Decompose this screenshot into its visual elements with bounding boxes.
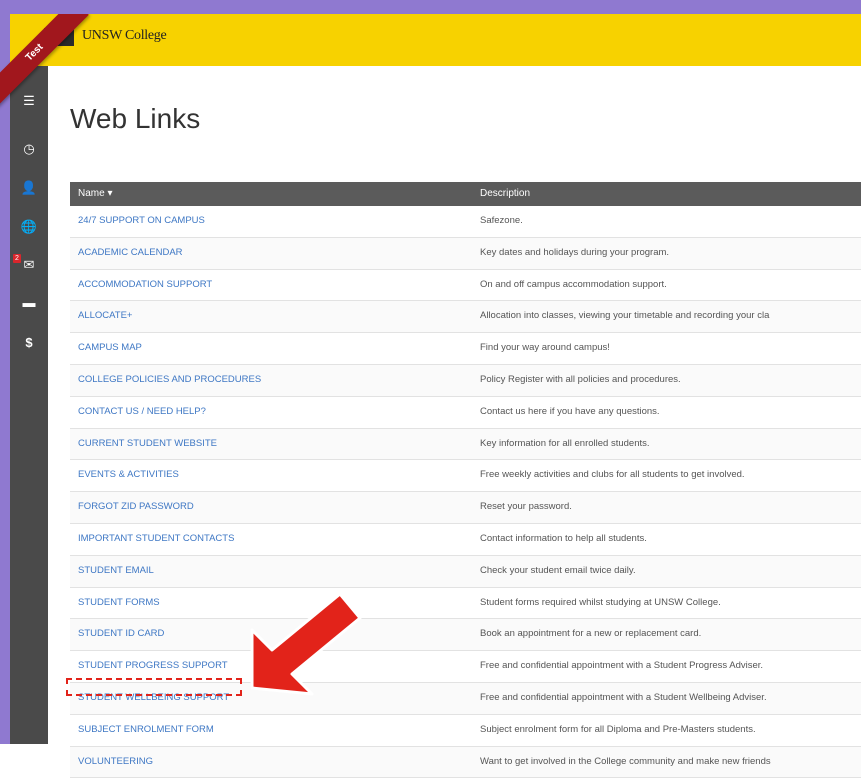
table-row: Accommodation Support On and off campus a… xyxy=(70,270,861,302)
user-icon[interactable]: 👤 xyxy=(10,173,48,203)
table-row: Academic Calendar Key dates and holidays … xyxy=(70,237,861,270)
link-name[interactable]: Student Progress Support xyxy=(78,651,228,680)
table-row: Current Student Website Key information f… xyxy=(70,428,861,461)
table-row: Events & Activities Free weekly activitie… xyxy=(70,460,861,493)
table-row: 24/7 Support on Campus Safezone. xyxy=(70,206,861,238)
link-description: Allocation into classes, viewing your ti… xyxy=(480,310,770,322)
link-description: Contact information to help all students… xyxy=(480,532,647,544)
table-row: College Policies and Procedures Policy Re… xyxy=(70,364,861,397)
ribbon-label: Test xyxy=(0,14,89,107)
link-name[interactable]: Volunteering xyxy=(78,747,153,776)
table-row: Student Forms Student forms required whil… xyxy=(70,588,861,620)
link-name[interactable]: Academic Calendar xyxy=(78,238,183,267)
column-header-name[interactable]: Name ▾ xyxy=(78,182,112,206)
link-description: Free and confidential appointment with a… xyxy=(480,691,767,703)
link-name[interactable]: College Policies and Procedures xyxy=(78,365,261,394)
dollar-icon[interactable]: $ xyxy=(10,328,48,358)
mail-badge: 2 xyxy=(13,254,21,263)
table-header: Name ▾ Description xyxy=(70,182,861,206)
link-name[interactable]: 24/7 Support on Campus xyxy=(78,206,205,235)
link-description: Want to get involved in the College comm… xyxy=(480,755,771,767)
link-name[interactable]: Student Email xyxy=(78,556,154,585)
link-description: Free and confidential appointment with a… xyxy=(480,660,764,672)
page-title: Web Links xyxy=(70,102,201,134)
globe-icon[interactable]: 🌐 xyxy=(10,212,48,242)
link-description: Subject enrolment form for all Diploma a… xyxy=(480,723,756,735)
table-row: Subject Enrolment Form Subject enrolment … xyxy=(70,715,861,747)
link-description: Free weekly activities and clubs for all… xyxy=(480,469,745,481)
link-description: Book an appointment for a new or replace… xyxy=(480,628,702,640)
table-row: Forgot zID Password Reset your password. xyxy=(70,492,861,524)
table-row: Student ID Card Book an appointment for a… xyxy=(70,619,861,652)
link-description: Policy Register with all policies and pr… xyxy=(480,373,681,385)
link-name[interactable]: Allocate+ xyxy=(78,301,132,330)
link-name[interactable]: Subject Enrolment Form xyxy=(78,715,214,744)
link-name[interactable]: Campus Map xyxy=(78,333,142,362)
link-description: Reset your password. xyxy=(480,501,572,513)
link-description: Student forms required whilst studying a… xyxy=(480,596,721,608)
red-arrow-icon xyxy=(250,592,362,696)
table-row: Volunteering Want to get involved in the … xyxy=(70,746,861,778)
table-row: Contact Us / Need Help? Contact us here i… xyxy=(70,397,861,429)
link-description: Key information for all enrolled student… xyxy=(480,437,650,449)
folder-icon[interactable]: ▬ xyxy=(10,288,48,318)
link-name[interactable]: Student ID Card xyxy=(78,619,164,648)
link-description: Contact us here if you have any question… xyxy=(480,405,660,417)
table-row: Allocate+ Allocation into classes, viewin… xyxy=(70,301,861,334)
link-name[interactable]: Events & Activities xyxy=(78,460,179,489)
link-name[interactable]: Student Forms xyxy=(78,588,160,617)
link-name[interactable]: Important Student Contacts xyxy=(78,524,234,553)
column-header-description: Description xyxy=(480,188,531,199)
link-name[interactable]: Accommodation Support xyxy=(78,270,212,299)
link-name[interactable]: Contact Us / Need Help? xyxy=(78,397,206,426)
left-sidebar: ☰ ◷ 👤 🌐 ✉ 2 ▬ $ xyxy=(10,66,48,744)
table-row: Important Student Contacts Contact inform… xyxy=(70,524,861,556)
highlight-dashed-box xyxy=(66,678,242,696)
link-name[interactable]: Forgot zID Password xyxy=(78,492,194,521)
table-row: Student Email Check your student email tw… xyxy=(70,555,861,588)
table-row: Campus Map Find your way around campus! xyxy=(70,333,861,365)
link-description: Find your way around campus! xyxy=(480,342,610,354)
link-description: Check your student email twice daily. xyxy=(480,564,636,576)
link-description: On and off campus accommodation support. xyxy=(480,278,667,290)
link-name[interactable]: Current Student Website xyxy=(78,429,217,458)
link-description: Safezone. xyxy=(480,215,523,226)
clock-icon[interactable]: ◷ xyxy=(10,134,48,164)
link-description: Key dates and holidays during your progr… xyxy=(480,246,670,258)
